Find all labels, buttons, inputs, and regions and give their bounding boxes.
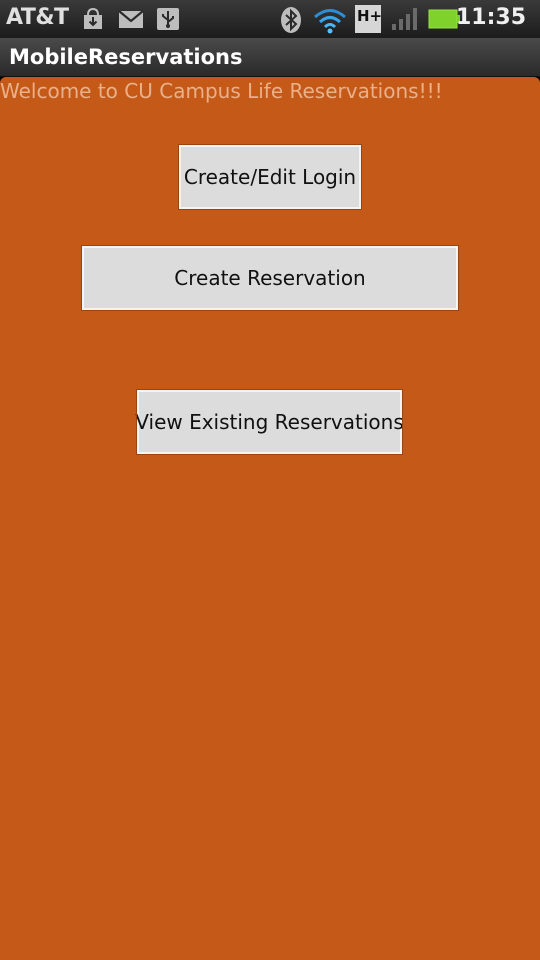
app-title: MobileReservations: [9, 45, 243, 69]
create-edit-login-label: Create/Edit Login: [183, 165, 357, 189]
wifi-icon: [312, 6, 348, 38]
create-reservation-label: Create Reservation: [174, 266, 366, 290]
view-existing-reservations-label: View Existing Reservations: [135, 410, 404, 434]
create-reservation-button[interactable]: Create Reservation: [81, 245, 459, 311]
network-type-label: H+: [357, 7, 382, 25]
welcome-text: Welcome to CU Campus Life Reservations!!…: [0, 79, 443, 103]
status-clock: 11:35: [455, 5, 526, 30]
signal-icon: [390, 4, 422, 36]
status-bar: AT&T H+ 11:35: [0, 0, 540, 38]
gmail-icon: [117, 6, 145, 36]
network-type-icon: H+: [354, 4, 382, 38]
bluetooth-icon: [279, 6, 303, 38]
create-edit-login-button[interactable]: Create/Edit Login: [178, 144, 362, 210]
usb-icon: [155, 6, 181, 36]
carrier-label: AT&T: [6, 5, 69, 30]
view-existing-reservations-button[interactable]: View Existing Reservations: [135, 389, 404, 455]
app-title-bar: MobileReservations: [0, 38, 540, 77]
main-content: Welcome to CU Campus Life Reservations!!…: [0, 77, 540, 960]
download-icon: [80, 6, 106, 36]
